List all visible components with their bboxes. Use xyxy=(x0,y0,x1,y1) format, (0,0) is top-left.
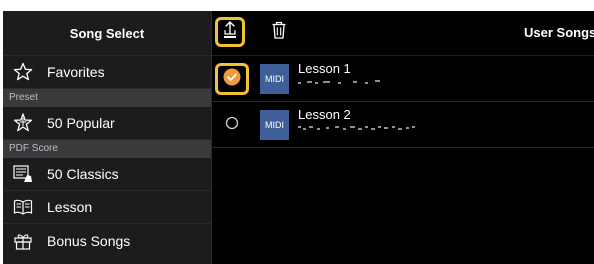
midi-badge: MIDI xyxy=(260,110,289,140)
app-window: Song Select Favorites Preset 50 Popular … xyxy=(3,11,594,264)
sidebar-item-label: 50 Classics xyxy=(47,166,119,182)
song-row-lesson-1[interactable]: MIDI Lesson 1 xyxy=(212,56,594,102)
select-checkbox-checked[interactable] xyxy=(215,63,249,95)
sidebar: Song Select Favorites Preset 50 Popular … xyxy=(3,11,212,264)
sidebar-item-bonus-songs[interactable]: Bonus Songs xyxy=(3,224,211,257)
sidebar-item-50-classics[interactable]: 50 Classics xyxy=(3,158,211,191)
section-header-pdf-score: PDF Score xyxy=(3,140,211,158)
open-book-icon xyxy=(11,196,35,218)
sidebar-item-label: 50 Popular xyxy=(47,115,115,131)
section-header-preset: Preset xyxy=(3,89,211,107)
midi-badge: MIDI xyxy=(260,64,289,94)
select-checkbox-unchecked[interactable] xyxy=(215,109,249,141)
empty-circle-icon xyxy=(225,116,239,135)
delete-button[interactable] xyxy=(264,17,294,47)
checkmark-icon xyxy=(223,68,241,91)
toolbar: User Songs xyxy=(212,11,594,56)
star-burst-icon xyxy=(11,112,35,134)
sidebar-item-lesson[interactable]: Lesson xyxy=(3,191,211,224)
star-outline-icon xyxy=(11,61,35,83)
sidebar-item-favorites[interactable]: Favorites xyxy=(3,56,211,89)
sidebar-item-label: Favorites xyxy=(47,64,105,80)
song-row-lesson-2[interactable]: MIDI Lesson 2 xyxy=(212,102,594,148)
trash-icon xyxy=(271,21,287,44)
sidebar-item-50-popular[interactable]: 50 Popular xyxy=(3,107,211,140)
page-title: User Songs xyxy=(524,25,594,40)
sidebar-item-label: Lesson xyxy=(47,199,93,215)
export-button[interactable] xyxy=(215,17,245,47)
share-upload-icon xyxy=(222,20,238,44)
song-title: Lesson 2 xyxy=(298,107,351,122)
main-panel: User Songs MIDI Lesson 1 MIDI Lesson 2 xyxy=(212,11,594,264)
score-hand-icon xyxy=(11,163,35,185)
gift-icon xyxy=(11,230,35,252)
sidebar-header: Song Select xyxy=(3,11,211,56)
song-title: Lesson 1 xyxy=(298,61,351,76)
sidebar-item-label: Bonus Songs xyxy=(47,232,131,249)
